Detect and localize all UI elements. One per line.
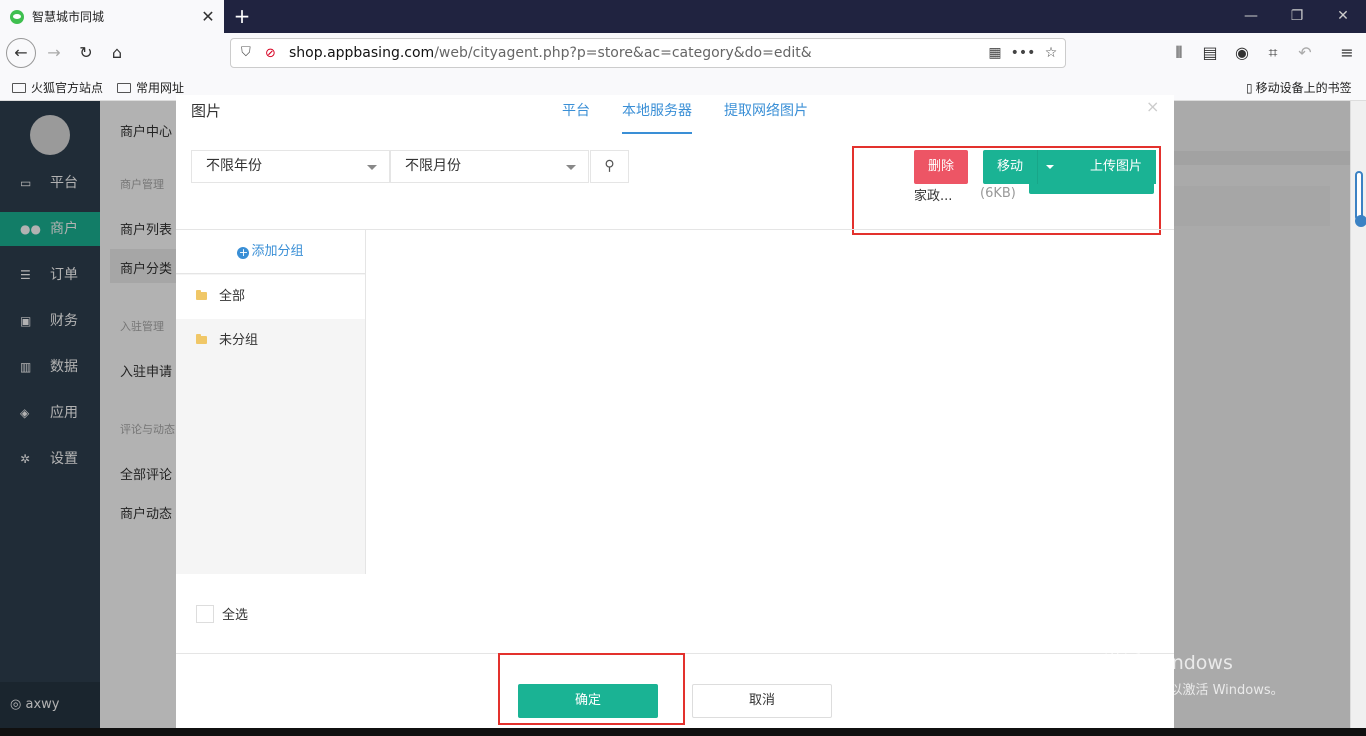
bookmark-firefox[interactable]: 火狐官方站点 bbox=[12, 79, 103, 96]
reload-icon[interactable]: ↻ bbox=[74, 41, 98, 65]
cancel-button[interactable]: 取消 bbox=[692, 684, 832, 718]
folder-icon bbox=[12, 82, 26, 93]
mobile-icon: ▯ bbox=[1246, 80, 1253, 95]
page-scrollbar[interactable] bbox=[1350, 101, 1366, 728]
select-all-checkbox[interactable] bbox=[196, 604, 214, 623]
scroll-thumb[interactable] bbox=[1355, 171, 1366, 227]
undo-icon[interactable]: ↶ bbox=[1293, 41, 1317, 65]
menu-icon[interactable]: ≡ bbox=[1335, 41, 1359, 65]
windows-activation-watermark: 激活 Windows 转到“设置”以激活 Windows。 bbox=[1104, 652, 1284, 698]
year-filter-select[interactable]: 不限年份 bbox=[191, 150, 356, 183]
browser-tab[interactable]: 智慧城市同城 ✕ bbox=[0, 0, 224, 33]
wechat-favicon-icon bbox=[10, 9, 24, 24]
folder-icon bbox=[196, 334, 207, 344]
image-picker-modal: 图片 平台 本地服务器 提取网络图片 × 不限年份 不限月份 ⚲ 删除 移动 上… bbox=[176, 95, 1174, 728]
back-arrow-icon[interactable]: ← bbox=[6, 38, 36, 68]
group-item-ungrouped[interactable]: 未分组 bbox=[176, 319, 365, 363]
taskbar bbox=[0, 728, 1366, 736]
year-dropdown-arrow-icon[interactable] bbox=[355, 150, 390, 183]
search-icon[interactable]: ⚲ bbox=[590, 150, 629, 183]
url-bar[interactable]: ⛉ ⊘ shop.appbasing.com/web/cityagent.php… bbox=[230, 38, 1066, 68]
folder-icon bbox=[117, 82, 131, 93]
modal-close-icon[interactable]: × bbox=[1146, 97, 1159, 116]
shield-icon[interactable]: ⛉ bbox=[241, 45, 255, 61]
month-dropdown-arrow-icon[interactable] bbox=[554, 150, 589, 183]
bookmark-common[interactable]: 常用网址 bbox=[117, 79, 184, 96]
restore-icon[interactable]: ❐ bbox=[1274, 0, 1320, 33]
forward-arrow-icon[interactable]: → bbox=[42, 41, 66, 65]
tab-title: 智慧城市同城 bbox=[32, 10, 105, 24]
select-all[interactable]: 全选 bbox=[196, 604, 248, 623]
minimize-icon[interactable]: — bbox=[1228, 0, 1274, 33]
url-text[interactable]: shop.appbasing.com/web/cityagent.php?p=s… bbox=[289, 45, 981, 61]
more-actions-icon[interactable]: ••• bbox=[1009, 45, 1037, 61]
tab-network-image[interactable]: 提取网络图片 bbox=[724, 100, 808, 120]
group-panel: + 添加分组 全部 未分组 bbox=[176, 230, 366, 574]
new-tab-button[interactable]: + bbox=[230, 4, 254, 28]
add-group-button[interactable]: + 添加分组 bbox=[176, 230, 365, 274]
tab-close-icon[interactable]: ✕ bbox=[198, 7, 218, 26]
highlight-box-toolbar bbox=[852, 146, 1161, 235]
highlight-box-confirm bbox=[498, 653, 685, 725]
group-item-all[interactable]: 全部 bbox=[176, 275, 365, 319]
month-filter-select[interactable]: 不限月份 bbox=[390, 150, 555, 183]
window-close-icon[interactable]: ✕ bbox=[1320, 0, 1366, 33]
bookmark-star-icon[interactable]: ☆ bbox=[1037, 45, 1065, 61]
browser-nav-bar: ← → ↻ ⌂ ⛉ ⊘ shop.appbasing.com/web/citya… bbox=[0, 33, 1366, 73]
folder-icon bbox=[196, 290, 207, 300]
account-icon[interactable]: ◉ bbox=[1230, 41, 1254, 65]
screenshot-icon[interactable]: ⌗ bbox=[1261, 41, 1285, 65]
qr-code-icon[interactable]: ▦ bbox=[981, 45, 1009, 61]
plus-circle-icon: + bbox=[237, 246, 250, 259]
bookmark-mobile[interactable]: ▯ 移动设备上的书签 bbox=[1246, 79, 1352, 96]
sidebar-toggle-icon[interactable]: ▤ bbox=[1198, 41, 1222, 65]
browser-tab-bar: 智慧城市同城 ✕ + — ❐ ✕ bbox=[0, 0, 1366, 33]
library-icon[interactable]: ⫴ bbox=[1167, 41, 1191, 65]
tab-platform[interactable]: 平台 bbox=[562, 100, 590, 120]
home-icon[interactable]: ⌂ bbox=[105, 41, 129, 65]
tab-local-server[interactable]: 本地服务器 bbox=[622, 100, 692, 134]
modal-title: 图片 bbox=[191, 102, 222, 120]
insecure-lock-icon[interactable]: ⊘ bbox=[265, 46, 281, 61]
